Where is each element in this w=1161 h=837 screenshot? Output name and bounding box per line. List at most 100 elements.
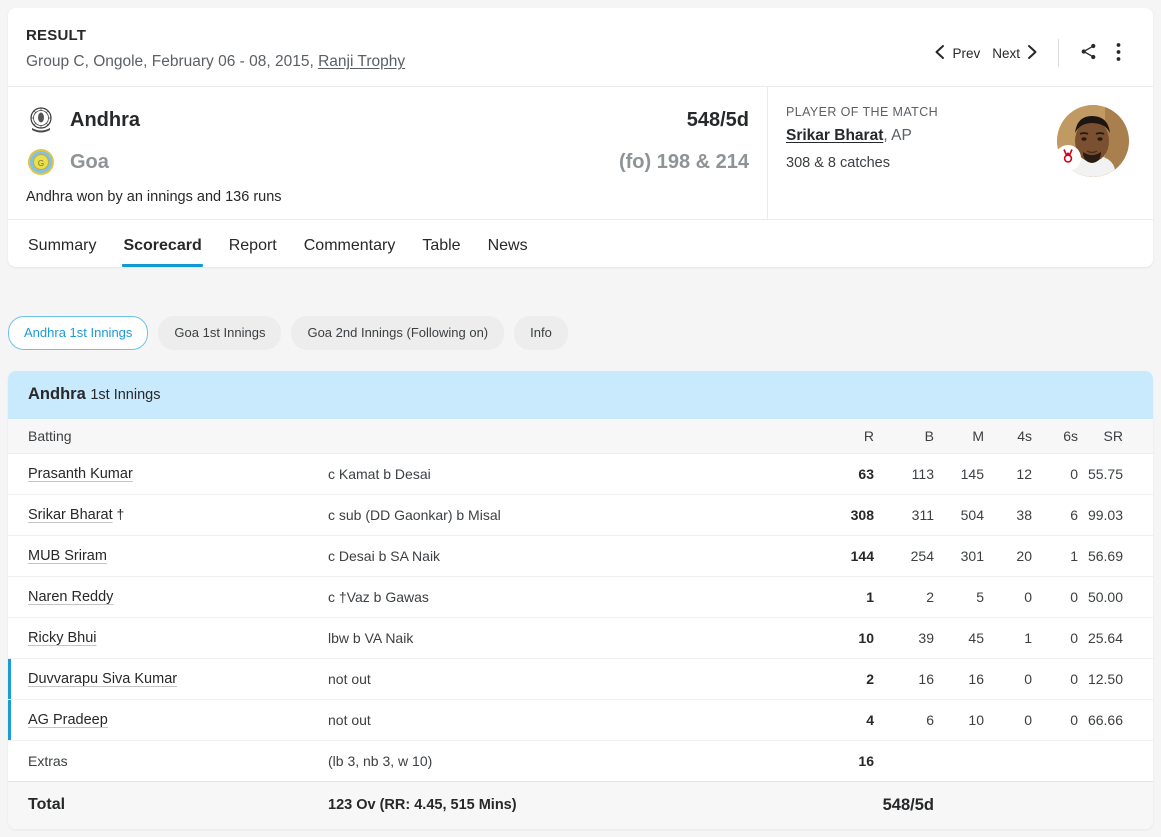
batsman-strike-rate: 99.03: [1078, 494, 1153, 535]
extras-blank-m: [934, 740, 984, 781]
player-of-match-avatar-wrap: [1057, 105, 1129, 177]
column-header-sixes[interactable]: 6s: [1032, 419, 1078, 453]
away-team-name[interactable]: Goa: [70, 151, 619, 174]
batsman-runs: 4: [808, 699, 874, 740]
match-meta: Group C, Ongole, February 06 - 08, 2015,…: [26, 51, 405, 72]
batsman-fours: 20: [984, 535, 1032, 576]
batsman-runs: 10: [808, 617, 874, 658]
prev-match-label: Prev: [952, 46, 980, 61]
tab-summary[interactable]: Summary: [28, 236, 96, 267]
batting-table-header: Batting R B M 4s 6s SR: [8, 419, 1153, 453]
batsman-balls: 2: [874, 576, 934, 617]
svg-text:G: G: [38, 159, 44, 168]
batsman-name-cell: Srikar Bharat †: [8, 494, 328, 535]
pill-goa-2nd-innings[interactable]: Goa 2nd Innings (Following on): [291, 316, 504, 350]
header-divider: [1058, 39, 1059, 67]
scorecard-page: RESULT Group C, Ongole, February 06 - 08…: [0, 0, 1161, 837]
medal-icon: [1060, 148, 1076, 169]
batsman-sixes: 0: [1032, 699, 1078, 740]
extras-blank-6s: [1032, 740, 1078, 781]
column-header-runs[interactable]: R: [808, 419, 874, 453]
team-row-away: G Goa (fo) 198 & 214: [26, 147, 749, 177]
batsman-minutes: 145: [934, 453, 984, 494]
batsman-name[interactable]: MUB Sriram: [28, 548, 107, 564]
column-header-fours[interactable]: 4s: [984, 419, 1032, 453]
batsman-name-cell: Ricky Bhui: [8, 617, 328, 658]
batsman-name[interactable]: Srikar Bharat: [28, 507, 113, 523]
result-status-label: RESULT: [26, 26, 405, 46]
batsman-strike-rate: 25.64: [1078, 617, 1153, 658]
tab-table[interactable]: Table: [422, 236, 460, 267]
player-of-match-name[interactable]: Srikar Bharat: [786, 127, 883, 144]
andhra-crest-icon: [26, 105, 56, 135]
team-row-home: Andhra 548/5d: [26, 105, 749, 135]
tab-commentary[interactable]: Commentary: [304, 236, 396, 267]
batsman-name[interactable]: Duvvarapu Siva Kumar: [28, 671, 177, 687]
match-tabs: Summary Scorecard Report Commentary Tabl…: [8, 219, 1153, 267]
extras-detail: (lb 3, nb 3, w 10): [328, 740, 808, 781]
batsman-strike-rate: 56.69: [1078, 535, 1153, 576]
batsman-fours: 0: [984, 658, 1032, 699]
dismissal-text: lbw b VA Naik: [328, 617, 808, 658]
home-team-name[interactable]: Andhra: [70, 109, 687, 132]
batsman-sixes: 6: [1032, 494, 1078, 535]
match-result-text: Andhra won by an innings and 136 runs: [26, 189, 749, 205]
player-of-match-stat: 308 & 8 catches: [786, 155, 938, 171]
batsman-minutes: 16: [934, 658, 984, 699]
total-row: Total 123 Ov (RR: 4.45, 515 Mins) 548/5d: [8, 781, 1153, 829]
tab-scorecard[interactable]: Scorecard: [123, 236, 201, 267]
batsman-sixes: 0: [1032, 453, 1078, 494]
batsman-minutes: 45: [934, 617, 984, 658]
batsman-runs: 63: [808, 453, 874, 494]
innings-label: 1st Innings: [90, 387, 160, 403]
table-row: AG Pradeep not out 4 6 10 0 0 66.66: [8, 699, 1153, 740]
extras-row: Extras (lb 3, nb 3, w 10) 16: [8, 740, 1153, 781]
pill-goa-1st-innings[interactable]: Goa 1st Innings: [158, 316, 281, 350]
batsman-fours: 38: [984, 494, 1032, 535]
goa-crest-icon: G: [26, 147, 56, 177]
column-header-minutes[interactable]: M: [934, 419, 984, 453]
prev-match-button[interactable]: Prev: [928, 41, 986, 66]
batsman-strike-rate: 66.66: [1078, 699, 1153, 740]
next-match-button[interactable]: Next: [986, 41, 1044, 66]
away-team-score: (fo) 198 & 214: [619, 151, 749, 174]
batsman-strike-rate: 55.75: [1078, 453, 1153, 494]
share-button[interactable]: [1073, 38, 1103, 68]
pill-info[interactable]: Info: [514, 316, 568, 350]
total-score: 548/5d: [808, 781, 934, 829]
column-header-balls[interactable]: B: [874, 419, 934, 453]
batsman-balls: 39: [874, 617, 934, 658]
batsman-balls: 113: [874, 453, 934, 494]
series-link[interactable]: Ranji Trophy: [318, 53, 405, 70]
batsman-name[interactable]: AG Pradeep: [28, 712, 108, 728]
batsman-runs: 144: [808, 535, 874, 576]
column-header-strike-rate[interactable]: SR: [1078, 419, 1153, 453]
dismissal-text: not out: [328, 699, 808, 740]
batsman-name[interactable]: Prasanth Kumar: [28, 466, 133, 482]
batsman-runs: 308: [808, 494, 874, 535]
tab-news[interactable]: News: [488, 236, 528, 267]
batsman-name-cell: Prasanth Kumar: [8, 453, 328, 494]
home-team-score: 548/5d: [687, 109, 749, 132]
header-nav-cluster: Prev Next: [928, 38, 1133, 68]
table-row: Ricky Bhui lbw b VA Naik 10 39 45 1 0 25…: [8, 617, 1153, 658]
more-options-button[interactable]: [1103, 38, 1133, 68]
tab-report[interactable]: Report: [229, 236, 277, 267]
batsman-name[interactable]: Naren Reddy: [28, 589, 113, 605]
player-of-match-panel: PLAYER OF THE MATCH Srikar Bharat, AP 30…: [768, 87, 1153, 219]
table-row: Prasanth Kumar c Kamat b Desai 63 113 14…: [8, 453, 1153, 494]
pill-andhra-1st-innings[interactable]: Andhra 1st Innings: [8, 316, 148, 350]
batsman-sixes: 1: [1032, 535, 1078, 576]
dismissal-text: c Kamat b Desai: [328, 453, 808, 494]
next-match-label: Next: [992, 46, 1020, 61]
batsman-name-cell: AG Pradeep: [8, 699, 328, 740]
player-of-match-details: PLAYER OF THE MATCH Srikar Bharat, AP 30…: [786, 105, 938, 171]
match-header: RESULT Group C, Ongole, February 06 - 08…: [8, 8, 1153, 87]
dismissal-text: c †Vaz b Gawas: [328, 576, 808, 617]
chevron-left-icon: [934, 44, 945, 63]
batsman-name[interactable]: Ricky Bhui: [28, 630, 97, 646]
total-detail: 123 Ov (RR: 4.45, 515 Mins): [328, 781, 808, 829]
chevron-right-icon: [1027, 44, 1038, 63]
batting-table-body: Prasanth Kumar c Kamat b Desai 63 113 14…: [8, 453, 1153, 829]
batsman-fours: 12: [984, 453, 1032, 494]
